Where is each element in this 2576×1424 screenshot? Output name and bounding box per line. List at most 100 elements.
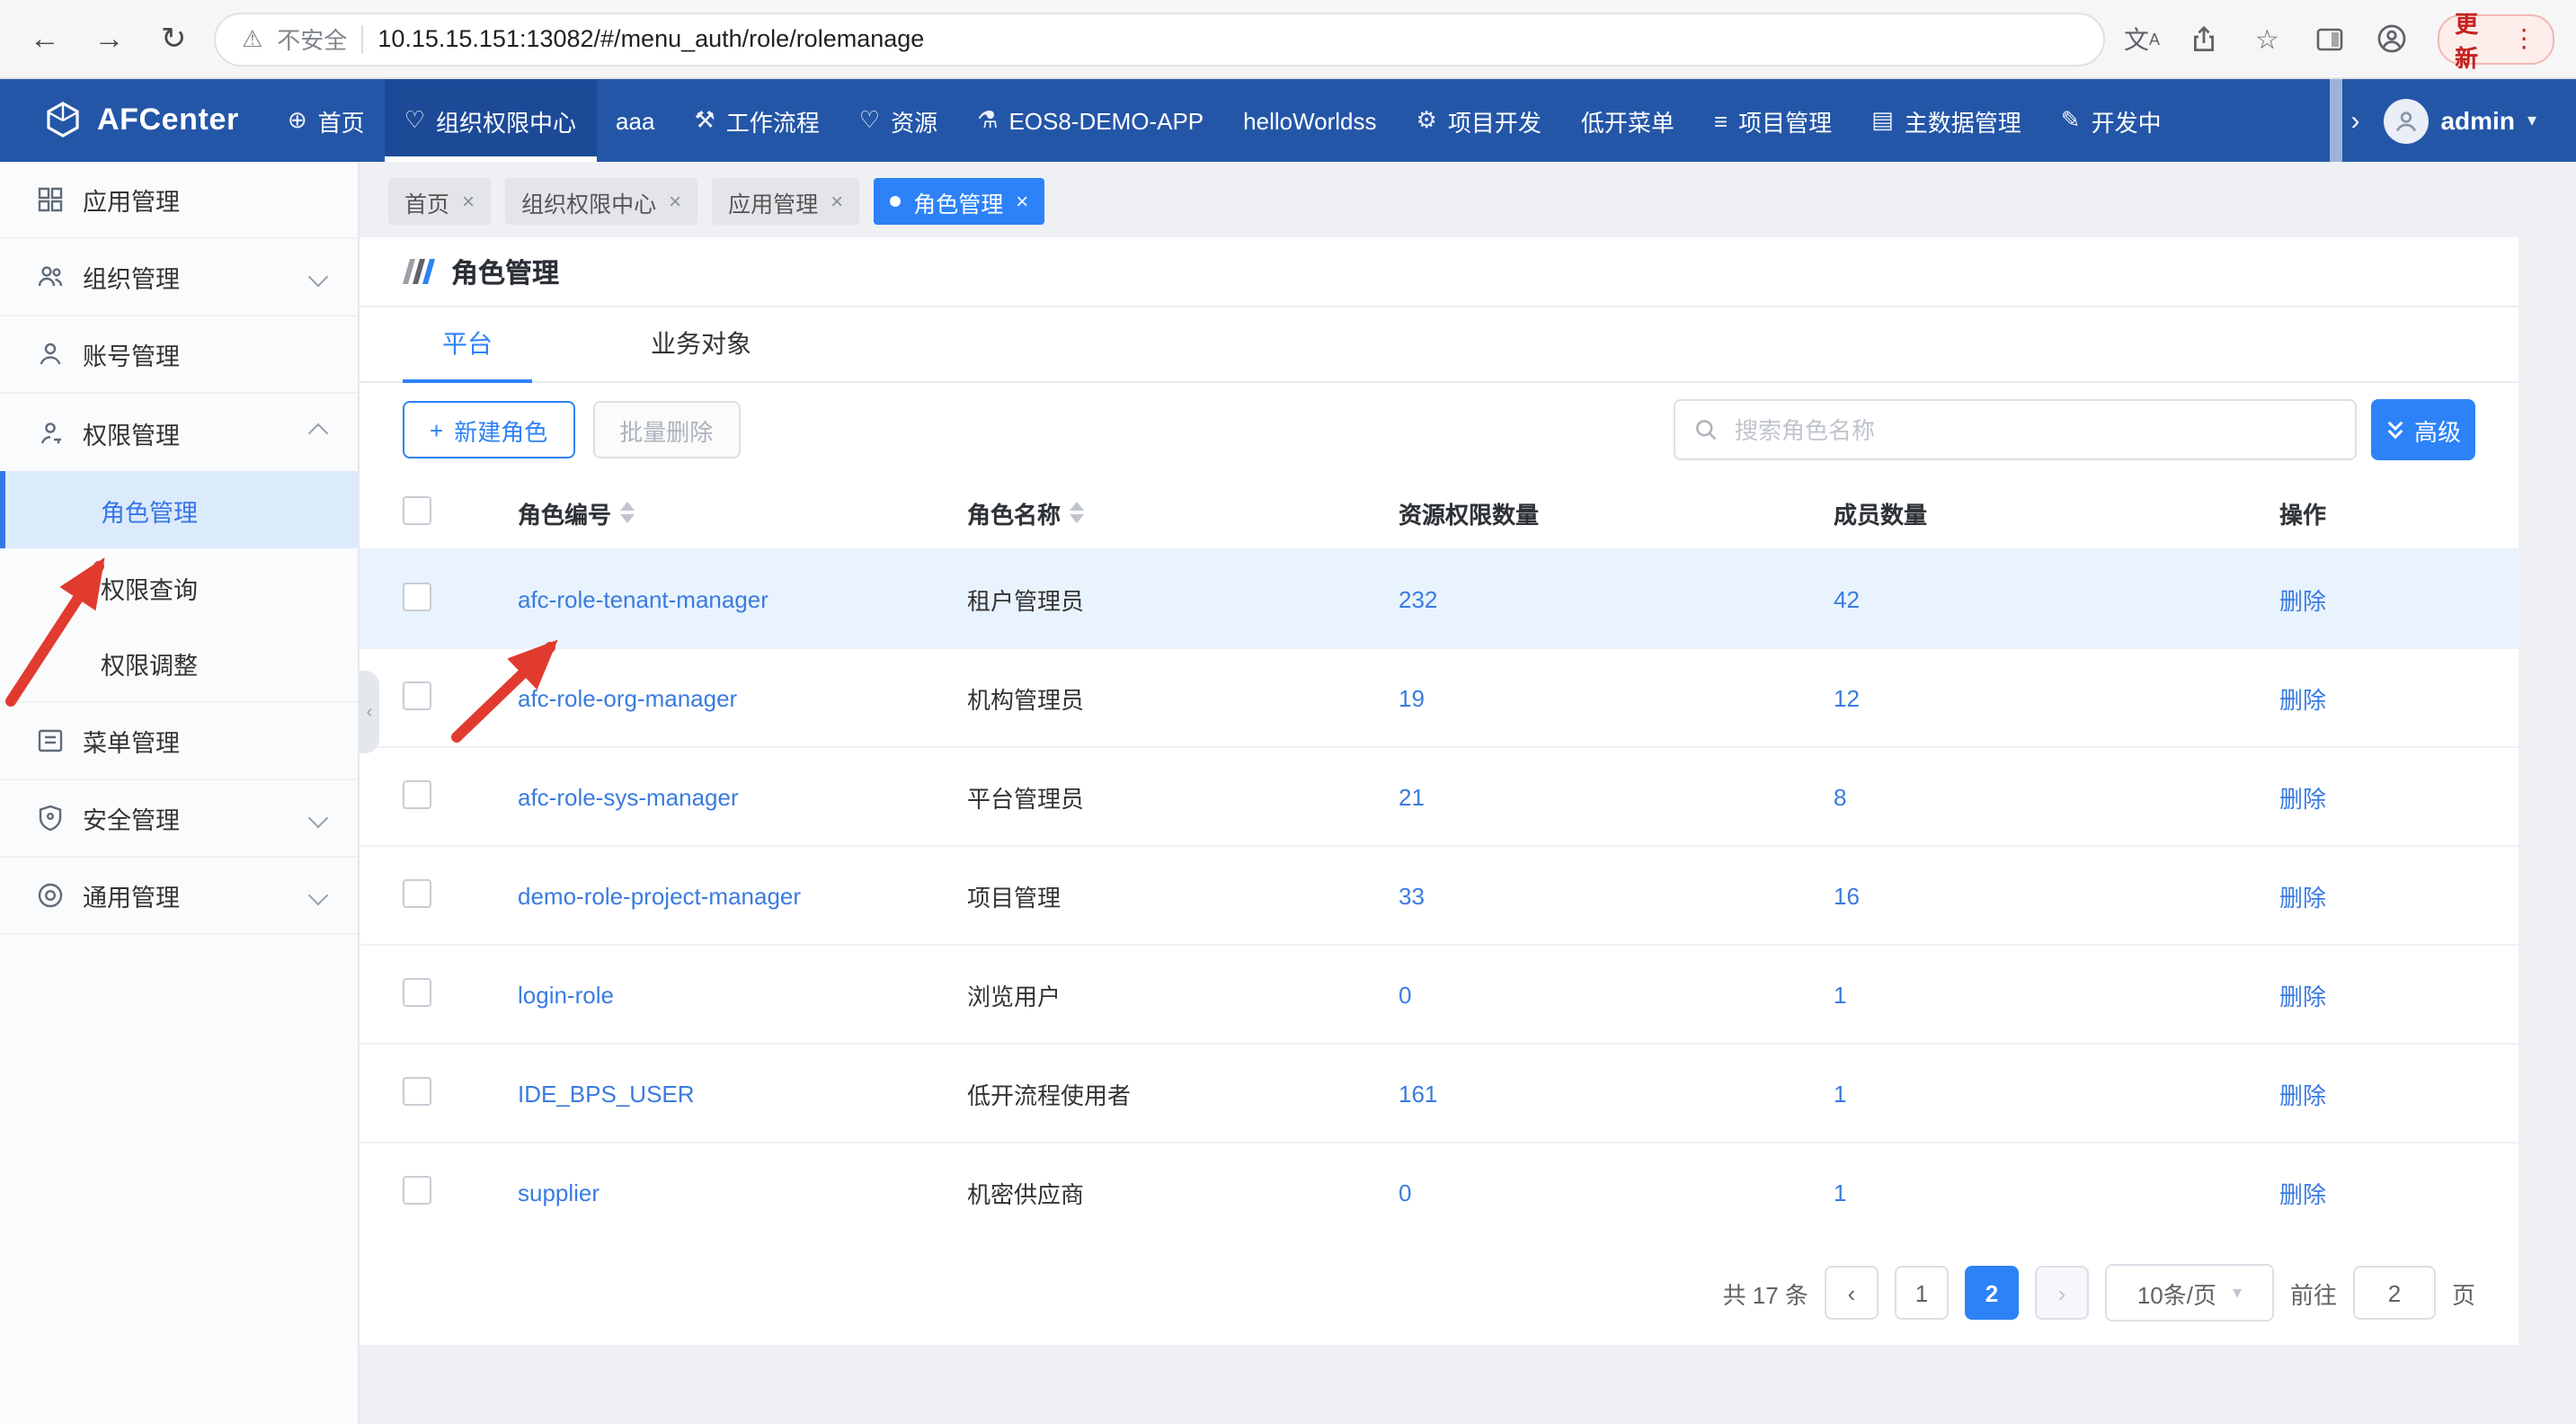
user-menu[interactable]: admin ▾ <box>2368 79 2576 162</box>
translate-icon[interactable]: 文A <box>2124 21 2160 57</box>
split-view-icon[interactable] <box>2312 21 2348 57</box>
sidebar-item-security-mgmt[interactable]: 安全管理 <box>0 780 358 858</box>
nav-item-eos8-demo-app[interactable]: ⚗ EOS8-DEMO-APP <box>957 79 1223 162</box>
role-id-link[interactable]: afc-role-sys-manager <box>518 783 967 810</box>
member-count-link[interactable]: 16 <box>1834 882 2279 909</box>
resource-count-link[interactable]: 0 <box>1399 1179 1834 1206</box>
row-checkbox[interactable] <box>403 878 431 907</box>
role-id-link[interactable]: afc-role-tenant-manager <box>518 585 967 612</box>
browser-update-button[interactable]: 更新 ⋮ <box>2437 13 2554 64</box>
resource-count-link[interactable]: 19 <box>1399 684 1834 711</box>
sidebar-item-menu-mgmt[interactable]: 菜单管理 <box>0 703 358 780</box>
resource-count-link[interactable]: 161 <box>1399 1080 1834 1107</box>
brand[interactable]: AFCenter <box>0 79 268 162</box>
row-checkbox[interactable] <box>403 681 431 709</box>
resource-count-link[interactable]: 232 <box>1399 585 1834 612</box>
tab-chip-app-mgmt[interactable]: 应用管理× <box>712 178 859 225</box>
browser-forward-icon[interactable]: → <box>86 15 133 62</box>
browser-back-icon[interactable]: ← <box>22 15 68 62</box>
browser-menu-kebab-icon[interactable]: ⋮ <box>2511 23 2536 54</box>
delete-link[interactable]: 删除 <box>2279 582 2475 616</box>
new-role-button[interactable]: + 新建角色 <box>403 401 574 458</box>
bookmark-star-icon[interactable]: ☆ <box>2250 21 2286 57</box>
nav-item-master-data[interactable]: ▤ 主数据管理 <box>1852 79 2041 162</box>
nav-item-project-dev[interactable]: ⚙ 项目开发 <box>1397 79 1561 162</box>
table-row[interactable]: IDE_BPS_USER 低开流程使用者 161 1 删除 <box>360 1043 2518 1142</box>
sort-icon[interactable] <box>1070 502 1084 523</box>
nav-item-project-mgmt[interactable]: ≡ 项目管理 <box>1694 79 1852 162</box>
delete-link[interactable]: 删除 <box>2279 878 2475 912</box>
resource-count-link[interactable]: 33 <box>1399 882 1834 909</box>
sidebar-item-permission-mgmt[interactable]: 权限管理 <box>0 394 358 471</box>
advanced-button[interactable]: 高级 <box>2371 399 2475 460</box>
nav-item-aaa[interactable]: aaa <box>596 79 674 162</box>
nav-item-resources[interactable]: ♡ 资源 <box>839 79 957 162</box>
sidebar-item-role-mgmt[interactable]: 角色管理 <box>0 471 358 548</box>
delete-link[interactable]: 删除 <box>2279 977 2475 1011</box>
table-row[interactable]: afc-role-sys-manager 平台管理员 21 8 删除 <box>360 746 2518 845</box>
delete-link[interactable]: 删除 <box>2279 779 2475 814</box>
profile-icon[interactable] <box>2375 21 2411 57</box>
row-checkbox[interactable] <box>403 582 431 610</box>
close-icon[interactable]: × <box>1016 189 1028 214</box>
search-input[interactable] <box>1731 414 2337 445</box>
row-checkbox[interactable] <box>403 779 431 808</box>
row-checkbox[interactable] <box>403 977 431 1006</box>
batch-delete-button[interactable]: 批量删除 <box>592 401 740 458</box>
tab-chip-org-auth-center[interactable]: 组织权限中心× <box>505 178 697 225</box>
sort-icon[interactable] <box>620 502 635 523</box>
delete-link[interactable]: 删除 <box>2279 1175 2475 1209</box>
sidebar-item-org-mgmt[interactable]: 组织管理 <box>0 239 358 316</box>
select-all-checkbox[interactable] <box>403 495 431 524</box>
sidebar-item-app-mgmt[interactable]: 应用管理 <box>0 162 358 239</box>
sidebar-item-permission-adjust[interactable]: 权限调整 <box>0 626 358 703</box>
member-count-link[interactable]: 1 <box>1834 1179 2279 1206</box>
close-icon[interactable]: × <box>669 189 681 214</box>
nav-scroll-right-icon[interactable]: › <box>2341 105 2368 136</box>
close-icon[interactable]: × <box>462 189 475 214</box>
nav-item-lowcode-menu[interactable]: 低开菜单 <box>1561 79 1694 162</box>
sidebar-collapse-handle[interactable]: ‹ <box>360 671 379 753</box>
role-id-link[interactable]: afc-role-org-manager <box>518 684 967 711</box>
sidebar-item-general-mgmt[interactable]: 通用管理 <box>0 858 358 935</box>
delete-link[interactable]: 删除 <box>2279 681 2475 715</box>
member-count-link[interactable]: 42 <box>1834 585 2279 612</box>
address-bar[interactable]: ⚠ 不安全 10.15.15.151:13082/#/menu_auth/rol… <box>215 12 2106 66</box>
close-icon[interactable]: × <box>831 189 843 214</box>
goto-page-input[interactable] <box>2353 1266 2436 1320</box>
nav-item-home[interactable]: ⊕ 首页 <box>268 79 385 162</box>
prev-page-button[interactable]: ‹ <box>1825 1266 1879 1320</box>
role-id-link[interactable]: login-role <box>518 981 967 1008</box>
member-count-link[interactable]: 12 <box>1834 684 2279 711</box>
page-button-1[interactable]: 1 <box>1895 1266 1949 1320</box>
role-id-link[interactable]: IDE_BPS_USER <box>518 1080 967 1107</box>
member-count-link[interactable]: 1 <box>1834 981 2279 1008</box>
table-row[interactable]: supplier 机密供应商 0 1 删除 <box>360 1142 2518 1241</box>
resource-count-link[interactable]: 21 <box>1399 783 1834 810</box>
tab-chip-role-mgmt[interactable]: 角色管理× <box>874 178 1044 225</box>
resource-count-link[interactable]: 0 <box>1399 981 1834 1008</box>
column-header-role-name[interactable]: 角色名称 <box>967 495 1399 530</box>
nav-scrollbar[interactable] <box>2329 79 2341 162</box>
table-row[interactable]: afc-role-org-manager 机构管理员 19 12 删除 <box>360 647 2518 746</box>
delete-link[interactable]: 删除 <box>2279 1076 2475 1110</box>
row-checkbox[interactable] <box>403 1076 431 1105</box>
table-row[interactable]: login-role 浏览用户 0 1 删除 <box>360 944 2518 1043</box>
next-page-button[interactable]: › <box>2035 1266 2089 1320</box>
column-header-role-id[interactable]: 角色编号 <box>518 495 967 530</box>
role-id-link[interactable]: demo-role-project-manager <box>518 882 967 909</box>
row-checkbox[interactable] <box>403 1175 431 1204</box>
share-icon[interactable] <box>2187 21 2223 57</box>
page-size-select[interactable]: 10条/页 ▾ <box>2105 1264 2274 1322</box>
page-button-2[interactable]: 2 <box>1965 1266 2019 1320</box>
tab-chip-home[interactable]: 首页× <box>388 178 491 225</box>
nav-item-helloworldss[interactable]: helloWorldss <box>1223 79 1396 162</box>
member-count-link[interactable]: 8 <box>1834 783 2279 810</box>
browser-reload-icon[interactable]: ↻ <box>150 15 197 62</box>
nav-item-org-auth-center[interactable]: ♡ 组织权限中心 <box>385 79 596 162</box>
nav-item-in-development[interactable]: ✎ 开发中 <box>2041 79 2181 162</box>
tab-platform[interactable]: 平台 <box>403 307 532 383</box>
nav-item-workflow[interactable]: ⚒ 工作流程 <box>674 79 839 162</box>
member-count-link[interactable]: 1 <box>1834 1080 2279 1107</box>
role-id-link[interactable]: supplier <box>518 1179 967 1206</box>
